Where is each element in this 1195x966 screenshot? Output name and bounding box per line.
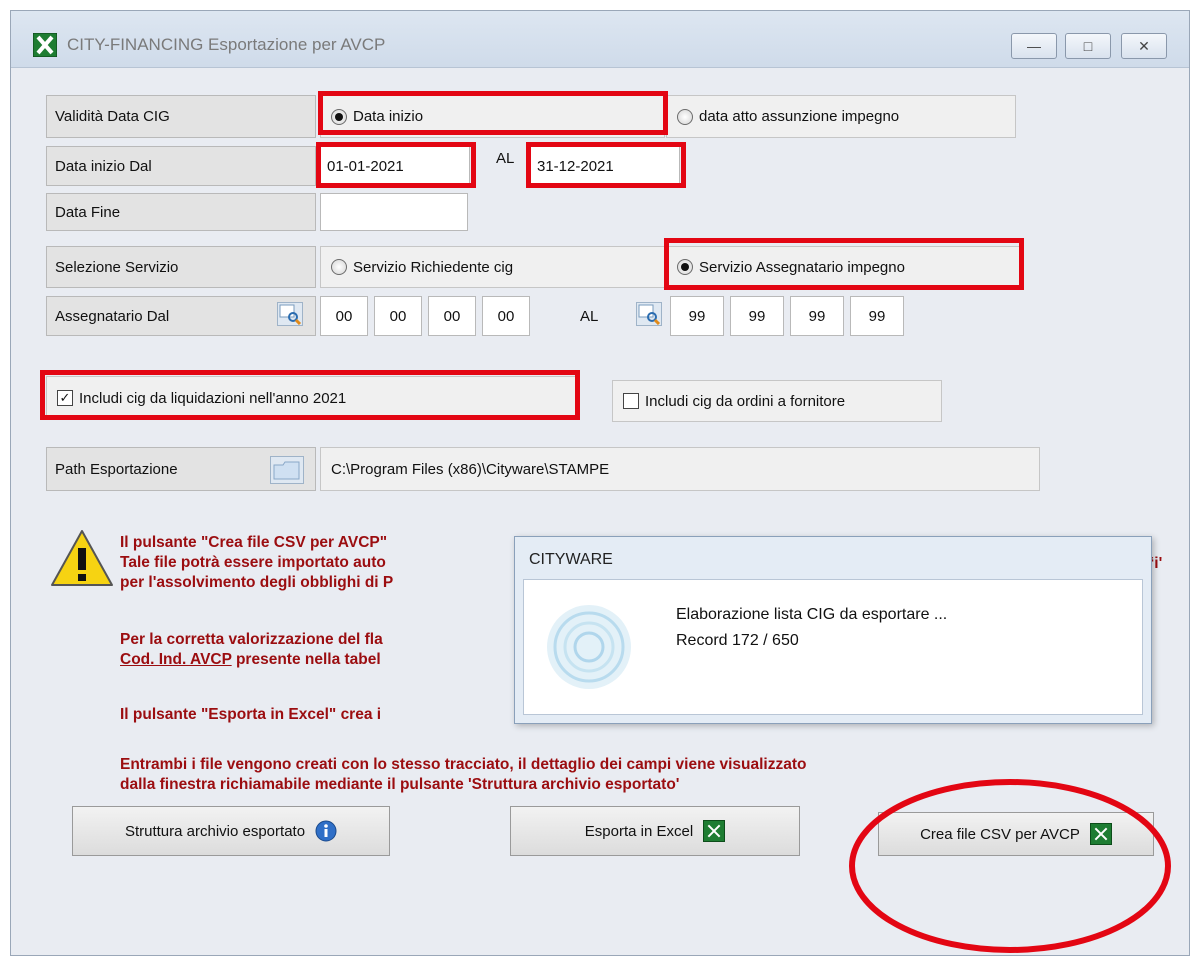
window-title: CITY-FINANCING Esportazione per AVCP bbox=[67, 35, 386, 54]
radio-data-atto-label: data atto assunzione impegno bbox=[699, 108, 900, 125]
assegnatario-from-3[interactable]: 00 bbox=[428, 296, 476, 336]
message-p2-l1: Per la corretta valorizzazione del fla bbox=[120, 631, 383, 648]
progress-popup: CITYWARE Elaborazione lista CIG da espor… bbox=[514, 536, 1152, 724]
assegnatario-from-1[interactable]: 00 bbox=[320, 296, 368, 336]
highlight-date-to bbox=[526, 142, 686, 188]
maximize-button[interactable]: □ bbox=[1065, 33, 1111, 59]
data-inizio-al-label: AL bbox=[496, 150, 515, 167]
radio-data-atto[interactable]: data atto assunzione impegno bbox=[666, 95, 1016, 138]
struttura-archivio-label: Struttura archivio esportato bbox=[124, 822, 306, 840]
radio-data-atto-dot[interactable] bbox=[677, 108, 693, 125]
radio-servizio-richiedente-dot[interactable] bbox=[331, 259, 347, 275]
close-button[interactable]: ✕ bbox=[1121, 33, 1167, 59]
message-cod-ind-avcp: Cod. Ind. AVCP bbox=[120, 651, 232, 668]
highlight-data-inizio bbox=[318, 91, 668, 135]
excel-icon bbox=[703, 820, 726, 842]
assegnatario-to-4[interactable]: 99 bbox=[850, 296, 904, 336]
highlight-date-from bbox=[316, 142, 476, 188]
info-icon bbox=[315, 820, 337, 842]
popup-line2: Record 172 / 650 bbox=[676, 632, 799, 649]
servizio-label: Selezione Servizio bbox=[46, 246, 316, 288]
minimize-button[interactable]: — bbox=[1011, 33, 1057, 59]
folder-browse-icon[interactable] bbox=[270, 456, 304, 484]
assegnatario-al-label: AL bbox=[580, 308, 599, 325]
assegnatario-from-4[interactable]: 00 bbox=[482, 296, 530, 336]
message-p2-l2-rest: presente nella tabel bbox=[231, 651, 381, 668]
message-p1-l2: Tale file potrà essere importato auto bbox=[120, 554, 386, 571]
radio-servizio-richiedente-label: Servizio Richiedente cig bbox=[353, 258, 514, 276]
message-p2-l2: Cod. Ind. AVCP presente nella tabel bbox=[120, 650, 381, 669]
highlight-liquidazioni bbox=[40, 370, 580, 420]
check-ordini-box[interactable] bbox=[623, 393, 639, 409]
lookup-to-icon[interactable] bbox=[636, 302, 662, 326]
check-ordini[interactable]: Includi cig da ordini a fornitore bbox=[612, 380, 942, 422]
data-fine-field[interactable] bbox=[320, 193, 468, 231]
validita-label: Validità Data CIG bbox=[46, 95, 316, 138]
cityware-logo-icon bbox=[547, 605, 631, 689]
warning-icon bbox=[51, 530, 113, 586]
check-ordini-label: Includi cig da ordini a fornitore bbox=[645, 392, 846, 410]
assegnatario-to-2[interactable]: 99 bbox=[730, 296, 784, 336]
assegnatario-to-3[interactable]: 99 bbox=[790, 296, 844, 336]
message-p1-l1: Il pulsante "Crea file CSV per AVCP" bbox=[120, 534, 388, 551]
popup-body: Elaborazione lista CIG da esportare ... … bbox=[523, 579, 1143, 715]
assegnatario-from-2[interactable]: 00 bbox=[374, 296, 422, 336]
popup-line1: Elaborazione lista CIG da esportare ... bbox=[676, 606, 948, 623]
esporta-excel-label: Esporta in Excel bbox=[584, 822, 694, 840]
popup-title: CITYWARE bbox=[529, 551, 613, 568]
struttura-archivio-button[interactable]: Struttura archivio esportato bbox=[72, 806, 390, 856]
data-fine-label: Data Fine bbox=[46, 193, 316, 231]
esporta-excel-button[interactable]: Esporta in Excel bbox=[510, 806, 800, 856]
radio-servizio-richiedente[interactable]: Servizio Richiedente cig bbox=[320, 246, 665, 288]
assegnatario-label: Assegnatario Dal bbox=[46, 296, 316, 336]
excel-app-icon bbox=[33, 33, 57, 57]
message-p4-l2: dalla finestra richiamabile mediante il … bbox=[120, 776, 680, 793]
title-bar: CITY-FINANCING Esportazione per AVCP — □… bbox=[11, 11, 1189, 68]
data-inizio-label: Data inizio Dal bbox=[46, 146, 316, 186]
message-p3-l1: Il pulsante "Esporta in Excel" crea i bbox=[120, 706, 382, 723]
assegnatario-to-1[interactable]: 99 bbox=[670, 296, 724, 336]
message-p1-l3: per l'assolvimento degli obblighi di P bbox=[120, 574, 394, 591]
highlight-crea-csv-ellipse bbox=[849, 779, 1171, 953]
highlight-servizio-assegnatario bbox=[664, 238, 1024, 290]
path-field[interactable]: C:\Program Files (x86)\Cityware\STAMPE bbox=[320, 447, 1040, 491]
lookup-from-icon[interactable] bbox=[277, 302, 303, 326]
message-p4-l1: Entrambi i file vengono creati con lo st… bbox=[120, 756, 807, 773]
